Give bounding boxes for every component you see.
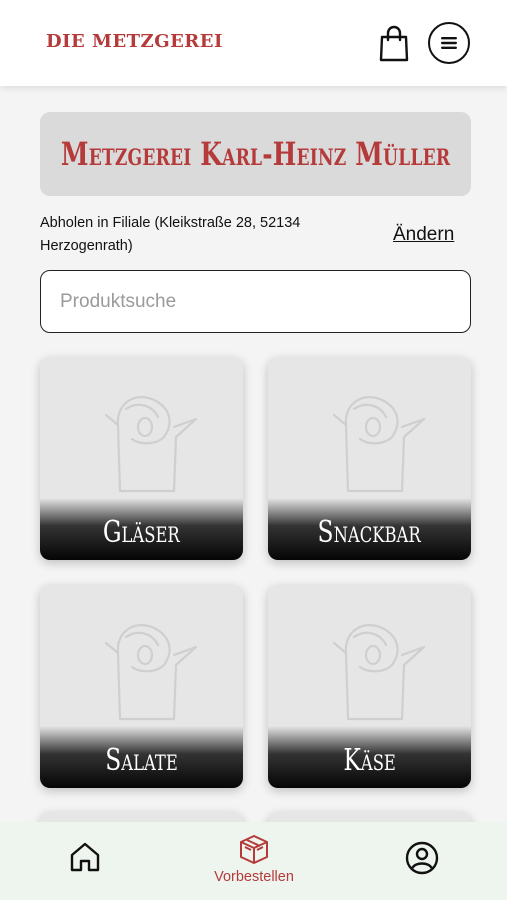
category-card-salate[interactable]: Salate — [40, 585, 243, 788]
product-placeholder-icon — [104, 396, 198, 493]
category-card-kaese[interactable]: Käse — [268, 585, 471, 788]
nav-profile-button[interactable] — [404, 840, 440, 876]
bottom-navigation: Vorbestellen — [0, 822, 507, 900]
pickup-location-text: Abholen in Filiale (Kleikstraße 28, 5213… — [40, 215, 301, 254]
change-location-link[interactable]: Ändern — [393, 224, 454, 246]
category-label-band: Snackbar — [268, 498, 471, 560]
category-label: Salate — [105, 742, 178, 778]
product-search-field[interactable] — [40, 270, 471, 333]
category-card-snackbar[interactable]: Snackbar — [268, 357, 471, 560]
category-label-band: Käse — [268, 726, 471, 788]
product-search-input[interactable] — [41, 271, 470, 332]
user-circle-icon — [405, 841, 439, 875]
box-icon — [240, 835, 268, 864]
category-card-glaeser[interactable]: Gläser — [40, 357, 243, 560]
app-header: DIE METZGEREI — [0, 0, 507, 86]
nav-preorder-label: Vorbestellen — [214, 869, 294, 885]
nav-home-button[interactable] — [68, 840, 102, 874]
menu-button[interactable] — [428, 22, 470, 64]
brand-logo-text[interactable]: DIE METZGEREI — [46, 31, 223, 52]
category-label: Gläser — [103, 514, 180, 550]
product-placeholder-icon — [332, 396, 426, 493]
category-label-band: Salate — [40, 726, 243, 788]
shop-banner: Metzgerei Karl-Heinz Müller — [40, 112, 471, 196]
category-label-band: Gläser — [40, 498, 243, 560]
category-label: Käse — [343, 742, 396, 778]
nav-preorder-button[interactable]: Vorbestellen — [200, 832, 308, 892]
category-label: Snackbar — [317, 514, 422, 550]
product-placeholder-icon — [104, 624, 198, 721]
shopping-bag-icon — [379, 25, 409, 62]
cart-button[interactable] — [376, 25, 412, 63]
shop-name: Metzgerei Karl-Heinz Müller — [60, 135, 451, 173]
product-placeholder-icon — [332, 624, 426, 721]
home-icon — [70, 842, 100, 872]
hamburger-menu-icon — [441, 37, 457, 49]
